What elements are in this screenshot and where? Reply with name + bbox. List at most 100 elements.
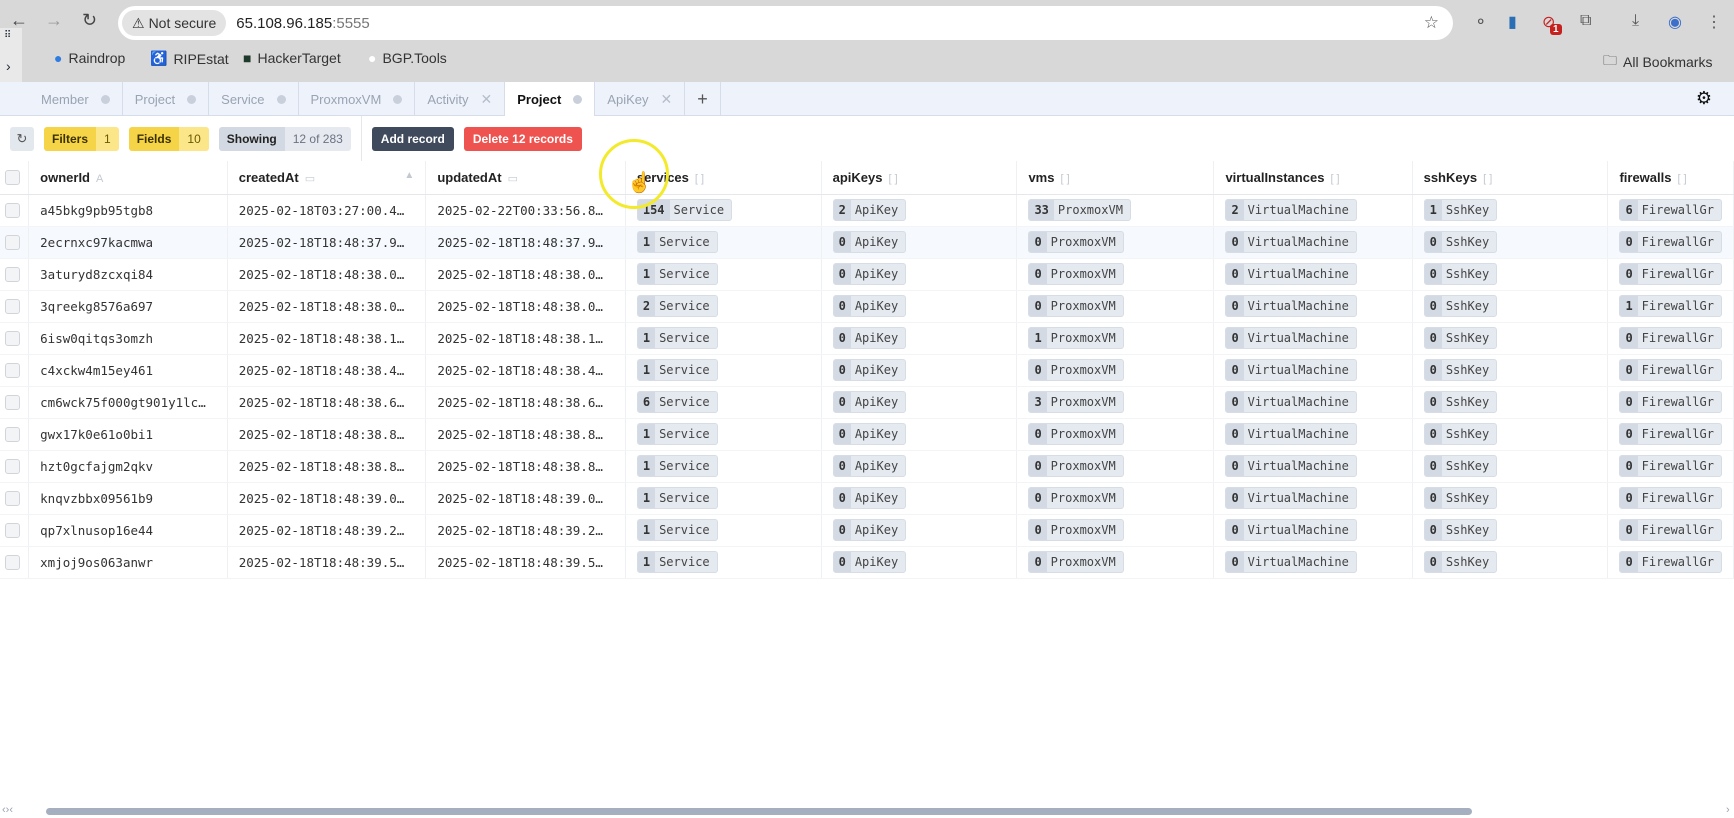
extensions-puzzle-icon[interactable]: ⧉ [1580,12,1591,30]
cell-relation[interactable]: 0 ProxmoxVM [1016,546,1215,579]
cell-relation[interactable]: 0 SshKey [1412,322,1609,355]
bookmark-hackertarget[interactable]: ■ HackerTarget [243,50,341,66]
sort-asc-icon[interactable]: ▲ [404,170,414,181]
cell-relation[interactable]: 1 Service [625,258,822,291]
relation-badge[interactable]: 0 SshKey [1423,519,1498,541]
cell-updatedAt[interactable]: 2025-02-18T18:48:38.1… [425,322,626,355]
cell-relation[interactable]: 0 ProxmoxVM [1016,418,1215,451]
cell-ownerId[interactable]: 3aturyd8zcxqi84 [28,258,228,291]
expand-icon[interactable]: › [6,58,11,74]
relation-badge[interactable]: 1 Service [636,519,718,541]
cell-relation[interactable]: 0 SshKey [1412,514,1609,547]
cell-relation[interactable]: 0 FirewallGr [1607,418,1734,451]
cell-relation[interactable]: 0 ApiKey [821,450,1018,483]
close-tab-icon[interactable]: ✕ [661,91,673,108]
relation-badge[interactable]: 0 FirewallGr [1619,263,1722,285]
relation-badge[interactable]: 0 ApiKey [832,263,907,285]
column-header-apiKeys[interactable]: apiKeys[ ] [821,161,1018,195]
cell-createdAt[interactable]: 2025-02-18T18:48:38.8… [227,450,427,483]
cell-relation[interactable]: 2 VirtualMachine [1213,194,1413,227]
cell-updatedAt[interactable]: 2025-02-22T00:33:56.8… [425,194,626,227]
cell-updatedAt[interactable]: 2025-02-18T18:48:37.9… [425,226,626,259]
cell-relation[interactable]: 33 ProxmoxVM [1016,194,1215,227]
forward-icon[interactable]: → [45,10,63,31]
relation-badge[interactable]: 1 Service [636,455,718,477]
relation-badge[interactable]: 1 Service [636,359,718,381]
table-row[interactable]: knqvzbbx09561b9 2025-02-18T18:48:39.0… 202… [0,482,1734,515]
row-checkbox[interactable] [0,322,30,355]
row-checkbox[interactable] [0,546,30,579]
download-icon[interactable]: ⤓ [1632,12,1639,30]
relation-badge[interactable]: 0 SshKey [1423,263,1498,285]
relation-badge[interactable]: 0 SshKey [1423,359,1498,381]
cell-ownerId[interactable]: gwx17k0e61o0bi1 [28,418,228,451]
relation-badge[interactable]: 1 SshKey [1423,199,1498,221]
horizontal-scrollbar[interactable] [46,808,1472,815]
relation-badge[interactable]: 0 FirewallGr [1619,391,1722,413]
cell-ownerId[interactable]: knqvzbbx09561b9 [28,482,228,515]
cell-relation[interactable]: 1 SshKey [1412,194,1609,227]
cell-relation[interactable]: 0 SshKey [1412,354,1609,387]
cell-relation[interactable]: 1 Service [625,322,822,355]
address-bar[interactable]: ⚠ Not secure 65.108.96.185:5555 ☆ [118,6,1453,40]
relation-badge[interactable]: 1 FirewallGr [1619,295,1722,317]
cell-updatedAt[interactable]: 2025-02-18T18:48:38.8… [425,418,626,451]
relation-badge[interactable]: 0 SshKey [1423,551,1498,573]
cell-createdAt[interactable]: 2025-02-18T03:27:00.4… [227,194,427,227]
row-checkbox[interactable] [0,258,30,291]
scroll-left-icon[interactable]: ‹›‹ [2,804,13,816]
relation-badge[interactable]: 0 VirtualMachine [1225,359,1357,381]
cell-relation[interactable]: 0 FirewallGr [1607,258,1734,291]
relation-badge[interactable]: 0 VirtualMachine [1225,391,1357,413]
refresh-button[interactable]: ↻ [10,126,34,151]
relation-badge[interactable]: 0 ProxmoxVM [1028,487,1124,509]
cell-ownerId[interactable]: qp7xlnusop16e44 [28,514,228,547]
relation-badge[interactable]: 0 ProxmoxVM [1028,295,1124,317]
bookmark-raindrop[interactable]: ● Raindrop [54,50,125,66]
cell-relation[interactable]: 0 SshKey [1412,290,1609,323]
relation-badge[interactable]: 0 VirtualMachine [1225,423,1357,445]
table-row[interactable]: 6isw0qitqs3omzh 2025-02-18T18:48:38.1… 202… [0,322,1734,355]
cell-relation[interactable]: 0 VirtualMachine [1213,322,1413,355]
extension-icon[interactable]: ▮ [1508,12,1517,32]
relation-badge[interactable]: 0 FirewallGr [1619,455,1722,477]
cell-relation[interactable]: 154 Service [625,194,822,227]
row-checkbox[interactable] [0,386,30,419]
cell-relation[interactable]: 0 ApiKey [821,290,1018,323]
extension-icon[interactable]: ⚬ [1474,12,1487,32]
cell-relation[interactable]: 0 ProxmoxVM [1016,482,1215,515]
tab-service[interactable]: Service [209,82,299,116]
relation-badge[interactable]: 0 VirtualMachine [1225,231,1357,253]
cell-relation[interactable]: 0 FirewallGr [1607,546,1734,579]
cell-relation[interactable]: 0 VirtualMachine [1213,226,1413,259]
relation-badge[interactable]: 0 ProxmoxVM [1028,423,1124,445]
cell-relation[interactable]: 0 VirtualMachine [1213,418,1413,451]
cell-ownerId[interactable]: 6isw0qitqs3omzh [28,322,228,355]
column-header-updatedAt[interactable]: updatedAt ▭ [425,161,626,195]
cell-createdAt[interactable]: 2025-02-18T18:48:39.0… [227,482,427,515]
table-row[interactable]: hzt0gcfajgm2qkv 2025-02-18T18:48:38.8… 202… [0,450,1734,483]
relation-badge[interactable]: 2 VirtualMachine [1225,199,1357,221]
relation-badge[interactable]: 6 Service [636,391,718,413]
cell-ownerId[interactable]: a45bkg9pb95tgb8 [28,194,228,227]
cell-relation[interactable]: 0 SshKey [1412,546,1609,579]
cell-relation[interactable]: 1 ProxmoxVM [1016,322,1215,355]
cell-relation[interactable]: 0 VirtualMachine [1213,258,1413,291]
column-header-services[interactable]: services[ ] [625,161,822,195]
cell-ownerId[interactable]: hzt0gcfajgm2qkv [28,450,228,483]
cell-relation[interactable]: 0 ApiKey [821,546,1018,579]
tab-project[interactable]: Project [505,82,596,116]
relation-badge[interactable]: 0 SshKey [1423,295,1498,317]
cell-relation[interactable]: 0 ApiKey [821,386,1018,419]
cell-relation[interactable]: 0 SshKey [1412,418,1609,451]
fields-button[interactable]: Fields 10 [128,126,209,151]
cell-relation[interactable]: 6 FirewallGr [1607,194,1734,227]
column-header-ownerId[interactable]: ownerId A [28,161,228,195]
cell-createdAt[interactable]: 2025-02-18T18:48:38.4… [227,354,427,387]
cell-relation[interactable]: 0 SshKey [1412,386,1609,419]
relation-badge[interactable]: 0 FirewallGr [1619,327,1722,349]
cell-relation[interactable]: 0 VirtualMachine [1213,386,1413,419]
cell-createdAt[interactable]: 2025-02-18T18:48:37.9… [227,226,427,259]
relation-badge[interactable]: 0 ApiKey [832,359,907,381]
table-row[interactable]: cm6wck75f000gt901y1lc… 2025-02-18T18:48:3… [0,386,1734,419]
